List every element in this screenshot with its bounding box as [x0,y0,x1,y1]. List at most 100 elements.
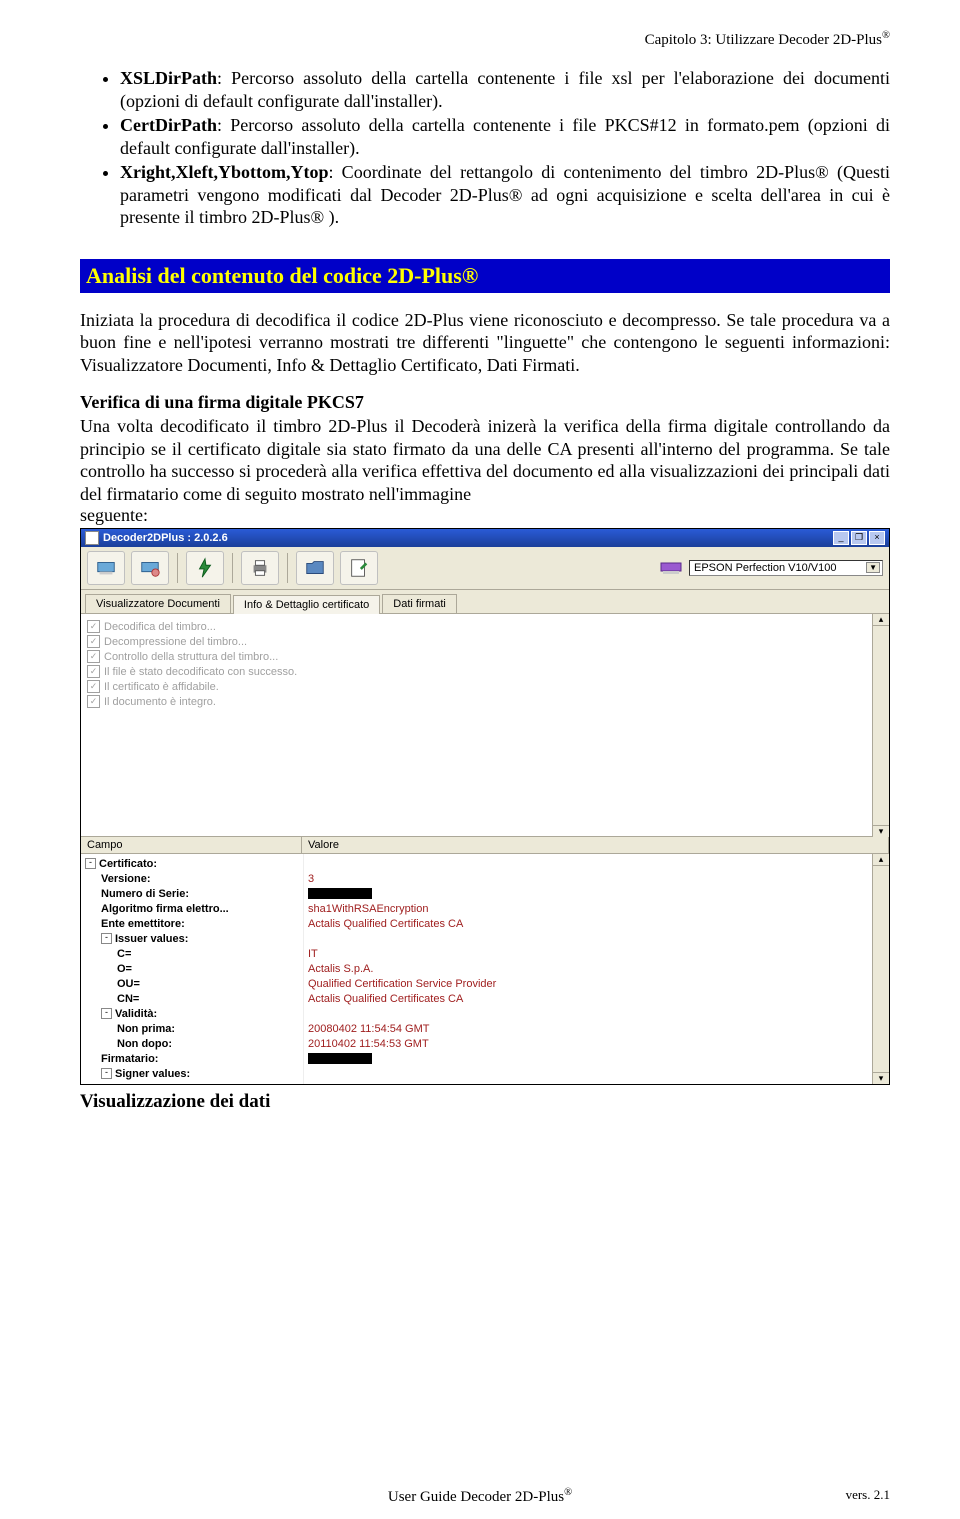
app-screenshot: Decoder2DPlus : 2.0.2.6 _ ❐ × [80,528,890,1085]
bullet-text: : Percorso assoluto della cartella conte… [120,115,890,158]
tree-value [308,1006,868,1021]
tree-row[interactable]: Non prima: [85,1021,299,1036]
tab-dati-firmati[interactable]: Dati firmati [382,594,457,613]
sub-heading: Verifica di una firma digitale PKCS7 [80,392,890,413]
tree-label: Certificato: [99,858,157,870]
tree-column: -Certificato:Versione:Numero di Serie:Al… [81,854,304,1084]
checklist-panel: ✓ Decodifica del timbro... ✓Decompressione… [81,614,872,837]
tree-toggle-icon[interactable]: - [101,1008,112,1019]
reg-mark: ® [564,1487,572,1498]
check-icon: ✓ [87,665,100,678]
scan-button[interactable] [87,551,125,585]
check-icon: ✓ [87,680,100,693]
bullet-text: : Percorso assoluto della cartella conte… [120,68,890,111]
check-icon: ✓ [87,635,100,648]
page-footer: User Guide Decoder 2D-Plus® vers. 2.1 [0,1487,960,1503]
paragraph-cont: seguente: [80,505,890,526]
check-icon: ✓ [87,620,100,633]
tree-row[interactable]: -Issuer values: [85,931,299,946]
tree-row[interactable]: O= [85,961,299,976]
tree-row[interactable]: -Validità: [85,1006,299,1021]
after-image-heading: Visualizzazione dei dati [80,1091,890,1113]
tab-row: Visualizzatore Documenti Info & Dettagli… [81,590,889,614]
tree-label: Firmatario: [101,1053,158,1065]
tree-row[interactable]: C= [85,1081,299,1084]
bolt-button[interactable] [186,551,224,585]
tree-label: Validità: [115,1008,157,1020]
tree-value: 20080402 11:54:54 GMT [308,1021,868,1036]
bullet-term: XSLDirPath [120,68,217,88]
tree-value: IT [308,946,868,961]
checklist-text: Controllo della struttura del timbro... [104,651,278,663]
tree-row[interactable]: Algoritmo firma elettro... [85,901,299,916]
scanner-select[interactable]: EPSON Perfection V10/V100 [689,560,883,576]
checklist-text: Decodifica del timbro... [104,621,216,633]
page-header: Capitolo 3: Utilizzare Decoder 2D-Plus® [80,30,890,49]
checklist-text: Il documento è integro. [104,696,216,708]
tree-label: CN= [117,993,139,1005]
tab-visualizzatore[interactable]: Visualizzatore Documenti [85,594,231,613]
bullet-list: XSLDirPath: Percorso assoluto della cart… [80,67,890,229]
tree-label: OU= [117,978,140,990]
bullet-item: CertDirPath: Percorso assoluto della car… [120,114,890,159]
title-bar: Decoder2DPlus : 2.0.2.6 _ ❐ × [81,529,889,547]
tree-label: C= [117,948,131,960]
footer-title: User Guide Decoder 2D-Plus [388,1489,564,1505]
paragraph: Iniziata la procedura di decodifica il c… [80,309,890,377]
print-button[interactable] [241,551,279,585]
window-title: Decoder2DPlus : 2.0.2.6 [103,532,228,544]
bullet-item: Xright,Xleft,Ybottom,Ytop: Coordinate de… [120,161,890,229]
scanner-selected-value: EPSON Perfection V10/V100 [694,562,836,574]
tree-row[interactable]: C= [85,946,299,961]
redacted-value [308,888,372,899]
close-button[interactable]: × [869,531,885,545]
bullet-term: Xright,Xleft,Ybottom,Ytop [120,162,328,182]
checklist-item: ✓Decompressione del timbro... [87,635,866,648]
col-header-campo[interactable]: Campo [81,837,302,853]
tree-row[interactable]: Firmatario: [85,1051,299,1066]
checklist-item: ✓Il documento è integro. [87,695,866,708]
tree-toggle-icon[interactable]: - [101,933,112,944]
vertical-scrollbar[interactable] [872,854,889,1084]
checklist-text: Il file è stato decodificato con success… [104,666,297,678]
open-folder-button[interactable] [296,551,334,585]
check-icon: ✓ [87,650,100,663]
table-header: Campo Valore [81,837,889,854]
vertical-scrollbar[interactable] [872,614,889,837]
tree-label: Versione: [101,873,151,885]
tree-toggle-icon[interactable]: - [85,858,96,869]
tree-value [308,886,868,901]
tree-row[interactable]: Non dopo: [85,1036,299,1051]
tree-row[interactable]: Numero di Serie: [85,886,299,901]
minimize-button[interactable]: _ [833,531,849,545]
tree-value [308,931,868,946]
toolbar: EPSON Perfection V10/V100 [81,547,889,590]
tree-label: Non dopo: [117,1038,172,1050]
tree-value: 3 [308,871,868,886]
tree-toggle-icon[interactable]: - [101,1068,112,1079]
checklist-item: ✓ Controllo della struttura del timbro... [87,650,866,663]
redacted-value [308,1053,372,1064]
report-button[interactable] [340,551,378,585]
tree-row[interactable]: OU= [85,976,299,991]
tree-value: Actalis Qualified Certificates CA [308,916,868,931]
bullet-term: CertDirPath [120,115,217,135]
tree-value: 20110402 11:54:53 GMT [308,1036,868,1051]
tree-row[interactable]: Versione: [85,871,299,886]
tab-info-certificato[interactable]: Info & Dettaglio certificato [233,595,380,614]
app-icon [85,531,99,545]
tree-label: Non prima: [117,1023,175,1035]
col-header-valore[interactable]: Valore [302,837,889,853]
checklist-item: ✓ Decodifica del timbro... [87,620,866,633]
tree-label: Ente emettitore: [101,918,185,930]
tree-row[interactable]: -Certificato: [85,856,299,871]
maximize-button[interactable]: ❐ [851,531,867,545]
tree-label: Numero di Serie: [101,888,189,900]
scanner-icon [657,556,685,580]
chapter-title: Capitolo 3: Utilizzare Decoder 2D-Plus [645,32,882,48]
tree-row[interactable]: -Signer values: [85,1066,299,1081]
scan-options-button[interactable] [131,551,169,585]
tree-row[interactable]: CN= [85,991,299,1006]
tree-value: Qualified Certification Service Provider [308,976,868,991]
tree-row[interactable]: Ente emettitore: [85,916,299,931]
